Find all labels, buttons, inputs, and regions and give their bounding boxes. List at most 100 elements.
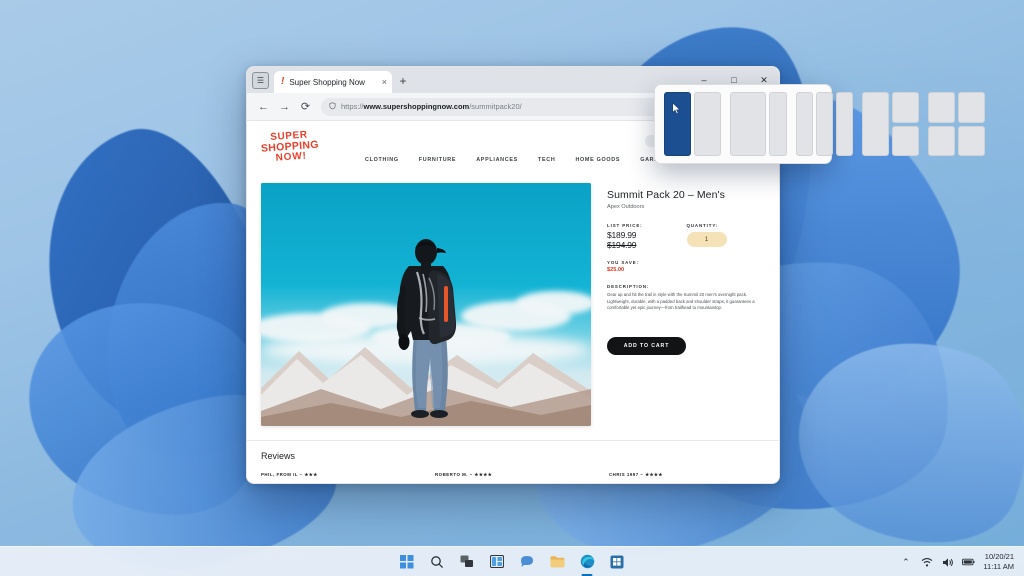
nav-item-home-goods[interactable]: HOME GOODS xyxy=(575,157,620,163)
reload-icon[interactable]: ⟳ xyxy=(296,97,315,116)
page-viewport: SUPER SHOPPING NOW! CLOTHING FURNITURE A… xyxy=(247,121,779,483)
nav-item-appliances[interactable]: APPLIANCES xyxy=(476,157,518,163)
description-block: DESCRIPTION: Gear up and hit the trail i… xyxy=(607,284,759,312)
forward-icon[interactable]: → xyxy=(275,97,294,116)
task-view-icon xyxy=(460,555,473,567)
snap-cell-left[interactable] xyxy=(730,92,766,156)
review-item: PHIL, FROM IL – ★★★ Took this on a recen… xyxy=(261,472,417,483)
speaker-icon[interactable] xyxy=(941,556,954,569)
reviews-heading: Reviews xyxy=(261,451,296,461)
chat-button[interactable] xyxy=(518,552,537,571)
microsoft-store-icon xyxy=(610,555,624,568)
hiker-silhouette xyxy=(396,239,457,418)
snap-layout-three-column-even[interactable] xyxy=(796,92,853,156)
nav-item-furniture[interactable]: FURNITURE xyxy=(419,157,456,163)
snap-cell-right[interactable] xyxy=(694,92,721,156)
list-price-label: LIST PRICE: xyxy=(607,223,643,228)
windows-logo-icon xyxy=(400,554,414,568)
snap-cell-middle[interactable] xyxy=(816,92,833,156)
snap-layouts-flyout xyxy=(654,84,985,164)
folder-icon xyxy=(550,556,564,568)
review-stars: ★★★★ xyxy=(645,472,663,477)
nav-item-clothing[interactable]: CLOTHING xyxy=(365,157,399,163)
review-author: ROBERTO M. xyxy=(435,472,468,477)
review-author: CHRIS 1997 xyxy=(609,472,639,477)
widgets-button[interactable] xyxy=(488,552,507,571)
start-button[interactable] xyxy=(398,552,417,571)
url-text: https://www.supershoppingnow.com/summitp… xyxy=(341,102,522,111)
quantity-label: QUANTITY: xyxy=(686,223,719,228)
snap-cell-top-left[interactable] xyxy=(928,92,955,123)
tray-date: 10/20/21 xyxy=(984,552,1014,562)
tab-list-icon[interactable]: ☰ xyxy=(252,72,269,89)
clock[interactable]: 10/20/21 11:11 AM xyxy=(983,552,1014,571)
mouse-cursor xyxy=(672,102,681,115)
review-stars: ★★★ xyxy=(304,472,318,477)
search-icon xyxy=(431,555,444,568)
reviews-section: Reviews PHIL, FROM IL – ★★★ Took this on… xyxy=(247,440,779,483)
you-save-amount: $25.00 xyxy=(607,267,625,273)
task-view-button[interactable] xyxy=(458,552,477,571)
review-author: PHIL, FROM IL xyxy=(261,472,298,477)
snap-cell-bottom-right[interactable] xyxy=(958,125,985,156)
snap-cell-left[interactable] xyxy=(796,92,813,156)
site-logo[interactable]: SUPER SHOPPING NOW! xyxy=(260,128,340,164)
snap-layout-quad-grid[interactable] xyxy=(928,92,985,156)
back-icon[interactable]: ← xyxy=(254,97,273,116)
product-title: Summit Pack 20 – Men's xyxy=(607,189,725,201)
snap-layout-two-column-wide-left[interactable] xyxy=(730,92,787,156)
review-stars: ★★★★ xyxy=(474,472,493,477)
browser-tab[interactable]: ! Super Shopping Now × xyxy=(274,71,392,93)
url-path: /summitpack20/ xyxy=(469,102,522,111)
edge-icon xyxy=(580,554,594,569)
chat-bubble-icon xyxy=(521,556,533,567)
price-block: LIST PRICE: $189.99 $194.99 xyxy=(607,223,643,250)
price-and-quantity-row: LIST PRICE: $189.99 $194.99 QUANTITY: 1 xyxy=(607,223,765,250)
edge-button[interactable] xyxy=(578,552,597,571)
tray-overflow-icon[interactable]: ⌃ xyxy=(899,556,912,569)
snap-cell-right[interactable] xyxy=(769,92,787,156)
snap-cell-bottom-left[interactable] xyxy=(928,125,955,156)
battery-icon[interactable] xyxy=(962,556,976,569)
snap-cell-left[interactable] xyxy=(862,92,889,156)
snap-cell-top-right[interactable] xyxy=(958,92,985,123)
price-original: $194.99 xyxy=(607,240,637,250)
snap-layout-two-column-even[interactable] xyxy=(664,92,721,156)
review-item: ROBERTO M. – ★★★★ This pack is top quali… xyxy=(435,472,591,483)
store-button[interactable] xyxy=(608,552,627,571)
search-button[interactable] xyxy=(428,552,447,571)
review-author-line: ROBERTO M. – ★★★★ xyxy=(435,472,591,478)
description-text: Gear up and hit the trail in style with … xyxy=(607,292,755,311)
url-scheme: https:// xyxy=(341,102,364,111)
snap-cell-right[interactable] xyxy=(836,92,853,156)
review-author-line: PHIL, FROM IL – ★★★ xyxy=(261,472,417,478)
desktop: ☰ ! Super Shopping Now × + – □ ✕ ← → ⟳ h… xyxy=(0,0,1024,576)
product-details: Summit Pack 20 – Men's Apex Outdoors LIS… xyxy=(607,183,765,426)
file-explorer-button[interactable] xyxy=(548,552,567,571)
quantity-stepper[interactable]: 1 xyxy=(686,232,727,247)
review-author-line: CHRIS 1997 – ★★★★ xyxy=(609,472,765,478)
close-tab-icon[interactable]: × xyxy=(382,77,387,87)
system-tray: ⌃ 10/20/21 11:11 AM xyxy=(899,547,1018,576)
exclamation-favicon: ! xyxy=(281,76,285,87)
nav-item-tech[interactable]: TECH xyxy=(538,157,555,163)
description-label: DESCRIPTION: xyxy=(607,284,650,289)
snap-layout-left-plus-stacked-right[interactable] xyxy=(862,92,919,156)
widgets-icon xyxy=(490,555,504,568)
snap-cell-bottom-right[interactable] xyxy=(892,125,919,156)
you-save-label: YOU SAVE: xyxy=(607,260,639,265)
savings-block: YOU SAVE: $25.00 xyxy=(607,260,765,273)
product-hero-image xyxy=(261,183,591,426)
quantity-block: QUANTITY: 1 xyxy=(686,223,727,250)
tray-time: 11:11 AM xyxy=(983,562,1014,571)
snap-cell-left[interactable] xyxy=(664,92,691,156)
wifi-icon[interactable] xyxy=(920,556,933,569)
lock-shield-icon xyxy=(329,101,336,112)
taskbar: ⌃ 10/20/21 11:11 AM xyxy=(0,546,1024,576)
snap-cell-top-right[interactable] xyxy=(892,92,919,123)
product-brand: Apex Outdoors xyxy=(607,204,645,210)
review-item: CHRIS 1997 – ★★★★ Was a little worried a… xyxy=(609,472,765,483)
add-to-cart-button[interactable]: ADD TO CART xyxy=(607,336,686,355)
new-tab-button[interactable]: + xyxy=(394,71,412,91)
reviews-grid: PHIL, FROM IL – ★★★ Took this on a recen… xyxy=(261,472,765,483)
